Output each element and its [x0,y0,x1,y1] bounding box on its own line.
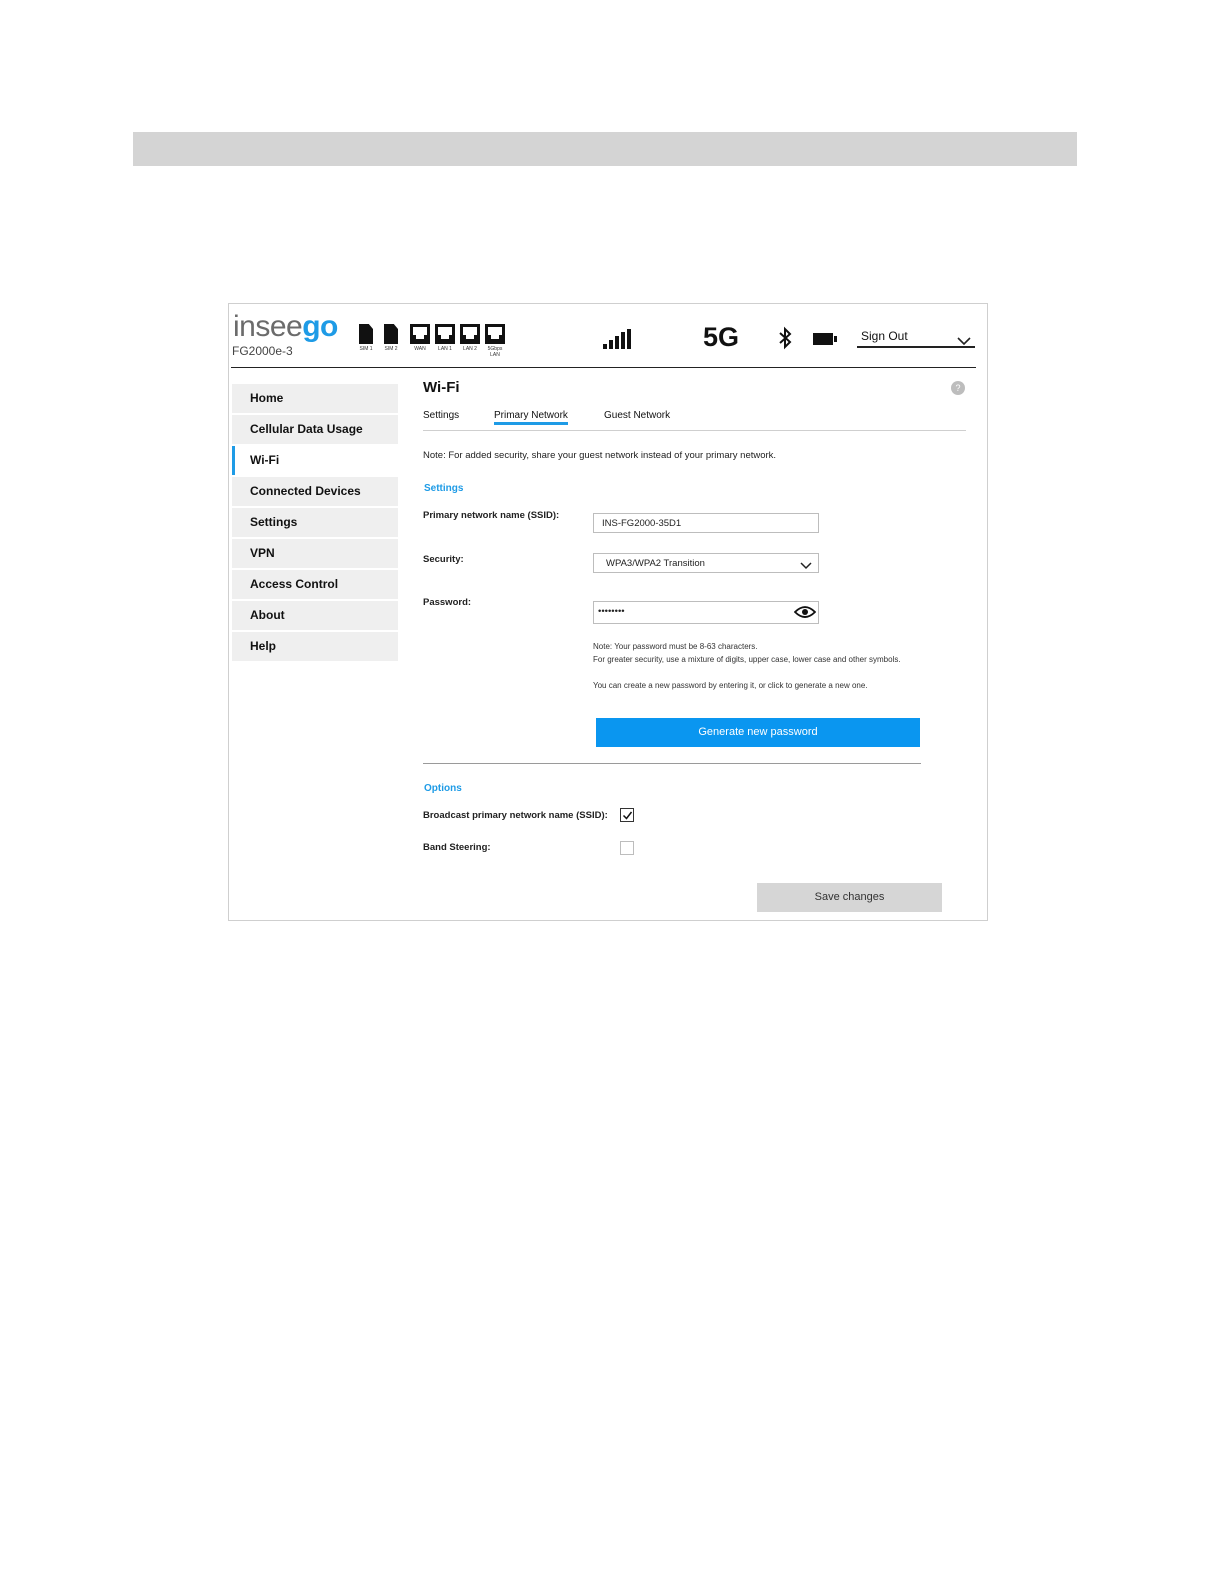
password-generate-note: You can create a new password by enterin… [593,681,868,690]
tab-bar: Settings Primary Network Guest Network [423,410,966,431]
sidebar-item-home[interactable]: Home [232,384,398,413]
band-steering-checkbox[interactable] [620,841,634,855]
ethernet-port-icon [410,324,430,344]
broadcast-ssid-label: Broadcast primary network name (SSID): [423,810,608,821]
sidebar-item-cellular-data-usage[interactable]: Cellular Data Usage [232,415,398,444]
options-heading: Options [424,783,462,794]
password-length-note: Note: Your password must be 8-63 charact… [593,642,758,651]
password-label: Password: [423,597,472,608]
sign-out-label: Sign Out [861,329,908,343]
chevron-down-icon [957,330,971,354]
lan2-port-status: LAN 2 [459,324,481,352]
battery-icon [813,333,837,345]
password-strength-note: For greater security, use a mixture of d… [593,655,901,664]
password-value: •••••••• [598,606,625,617]
password-input[interactable]: •••••••• [593,601,819,624]
sim1-status: SIM 1 [357,324,375,352]
chevron-down-icon [800,558,812,578]
sidebar-item-wifi[interactable]: Wi-Fi [232,446,398,475]
5gbps-lan-port-status: 5Gbps LAN [484,324,506,358]
sidebar-item-about[interactable]: About [232,601,398,630]
security-selected-value: WPA3/WPA2 Transition [606,558,705,569]
security-label: Security: [423,554,464,565]
bluetooth-icon [778,326,792,355]
network-type-indicator: 5G [703,322,740,352]
router-admin-window: inseego FG2000e-3 SIM 1 SIM 2 WAN LAN 1 … [228,303,988,921]
device-model: FG2000e-3 [232,344,293,358]
inseego-logo: inseego [233,310,338,343]
section-divider [423,763,921,764]
sidebar-item-settings[interactable]: Settings [232,508,398,537]
sidebar-item-access-control[interactable]: Access Control [232,570,398,599]
tab-guest-network[interactable]: Guest Network [604,410,670,425]
signal-bars-icon [603,329,631,349]
generate-password-button[interactable]: Generate new password [596,718,920,747]
band-steering-label: Band Steering: [423,842,491,853]
sim-card-icon [359,324,373,344]
security-note: Note: For added security, share your gue… [423,450,777,461]
ethernet-port-icon [460,324,480,344]
sim2-status: SIM 2 [382,324,400,352]
sidebar-item-vpn[interactable]: VPN [232,539,398,568]
ethernet-port-icon [435,324,455,344]
page-title: Wi-Fi [423,379,460,396]
help-icon[interactable]: ? [951,381,965,395]
broadcast-ssid-checkbox[interactable] [620,808,634,822]
lan1-port-status: LAN 1 [434,324,456,352]
security-select[interactable]: WPA3/WPA2 Transition [593,553,819,573]
header-divider [231,367,976,368]
sidebar-item-help[interactable]: Help [232,632,398,661]
wan-port-status: WAN [409,324,431,352]
sidebar-item-connected-devices[interactable]: Connected Devices [232,477,398,506]
ssid-input[interactable]: INS-FG2000-35D1 [593,513,819,533]
sidebar-nav: Home Cellular Data Usage Wi-Fi Connected… [232,384,398,663]
show-password-eye-icon[interactable] [793,605,817,627]
ethernet-port-icon [485,324,505,344]
tab-settings[interactable]: Settings [423,410,459,425]
settings-heading: Settings [424,483,464,494]
sim-card-icon [384,324,398,344]
document-top-bar [133,132,1077,166]
sign-out-dropdown[interactable]: Sign Out [857,324,975,348]
tab-primary-network[interactable]: Primary Network [494,410,568,425]
checkmark-icon [622,811,633,820]
save-changes-button[interactable]: Save changes [757,883,942,912]
ssid-label: Primary network name (SSID): [423,510,560,521]
